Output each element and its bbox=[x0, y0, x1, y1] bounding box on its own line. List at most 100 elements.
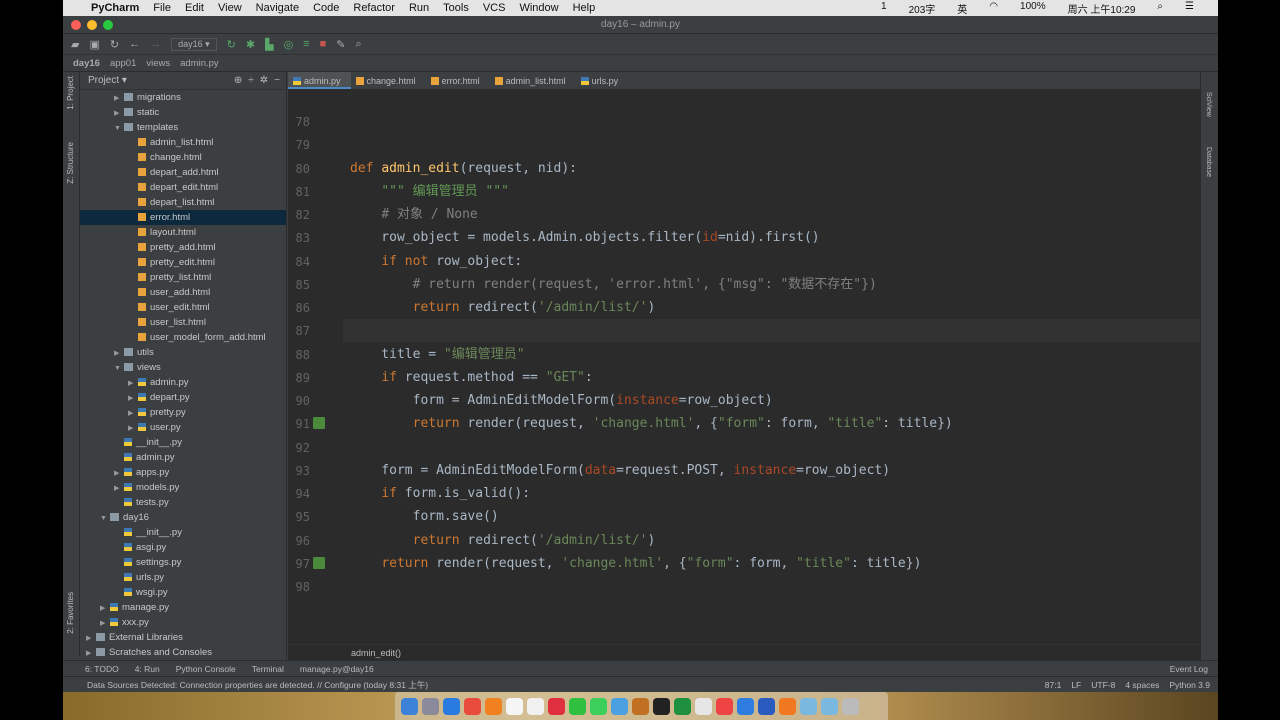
tree-item[interactable]: layout.html bbox=[80, 225, 286, 240]
code-line[interactable]: if not row_object: bbox=[350, 250, 522, 273]
python-console-tool-button[interactable]: Python Console bbox=[176, 664, 236, 674]
gutter-override-icon[interactable] bbox=[313, 417, 325, 430]
search-icon[interactable]: ⌕ bbox=[355, 38, 361, 51]
menu-code[interactable]: Code bbox=[313, 2, 339, 14]
tree-item[interactable]: change.html bbox=[80, 150, 286, 165]
code-line[interactable]: return render(request, 'change.html', {"… bbox=[350, 552, 921, 575]
notification-center-icon[interactable]: ☰ bbox=[1185, 1, 1194, 16]
menu-app[interactable]: PyCharm bbox=[91, 2, 139, 14]
project-view-select[interactable]: Project ▾ bbox=[88, 75, 127, 86]
tree-item[interactable]: ▶ user.py bbox=[80, 420, 286, 435]
menu-file[interactable]: File bbox=[153, 2, 171, 14]
profile-icon[interactable]: ◎ bbox=[284, 38, 294, 51]
structure-tool-button[interactable]: Z: Structure bbox=[66, 142, 75, 184]
tree-item[interactable]: wsgi.py bbox=[80, 585, 286, 600]
indent-setting[interactable]: 4 spaces bbox=[1125, 680, 1159, 690]
tree-item[interactable]: depart_edit.html bbox=[80, 180, 286, 195]
dock-app-icon[interactable] bbox=[590, 697, 607, 715]
expand-arrow-icon[interactable]: ▶ bbox=[128, 376, 138, 391]
code-line[interactable]: if request.method == "GET": bbox=[350, 366, 592, 389]
tree-item[interactable]: admin_list.html bbox=[80, 135, 286, 150]
tab-error-html[interactable]: error.html bbox=[426, 72, 490, 89]
menu-view[interactable]: View bbox=[218, 2, 242, 14]
terminal-tool-button[interactable]: Terminal bbox=[252, 664, 284, 674]
tree-item[interactable]: pretty_edit.html bbox=[80, 255, 286, 270]
breadcrumb-app01[interactable]: app01 bbox=[110, 58, 136, 69]
dock-app-icon[interactable] bbox=[779, 697, 796, 715]
tree-item[interactable]: __init__.py bbox=[80, 435, 286, 450]
expand-arrow-icon[interactable]: ▼ bbox=[100, 511, 110, 526]
expand-arrow-icon[interactable]: ▶ bbox=[128, 391, 138, 406]
back-icon[interactable]: ← bbox=[129, 38, 140, 50]
code-line[interactable]: form = AdminEditModelForm(data=request.P… bbox=[350, 459, 890, 482]
dock-app-icon[interactable] bbox=[443, 697, 460, 715]
event-log-button[interactable]: Event Log bbox=[1170, 664, 1208, 674]
zoom-window-button[interactable] bbox=[103, 20, 113, 30]
caret-position[interactable]: 87:1 bbox=[1045, 680, 1062, 690]
input-method[interactable]: 英 bbox=[957, 1, 967, 16]
file-encoding[interactable]: UTF-8 bbox=[1091, 680, 1115, 690]
sciview-tool-button[interactable]: SciView bbox=[1205, 92, 1212, 117]
clock[interactable]: 周六 上午10:29 bbox=[1068, 1, 1136, 16]
tree-item[interactable]: ▶ admin.py bbox=[80, 375, 286, 390]
dock-app-icon[interactable] bbox=[422, 697, 439, 715]
run-config-select[interactable]: day16 ▾ bbox=[171, 37, 217, 51]
tree-item[interactable]: user_model_form_add.html bbox=[80, 330, 286, 345]
menu-vcs[interactable]: VCS bbox=[483, 2, 506, 14]
tree-item[interactable]: depart_add.html bbox=[80, 165, 286, 180]
tree-item[interactable]: ▶ depart.py bbox=[80, 390, 286, 405]
tree-item[interactable]: admin.py bbox=[80, 450, 286, 465]
wechat-count[interactable]: 1 bbox=[881, 1, 887, 16]
expand-arrow-icon[interactable]: ▶ bbox=[100, 616, 110, 631]
tree-item[interactable]: user_add.html bbox=[80, 285, 286, 300]
tree-item[interactable]: error.html bbox=[80, 210, 286, 225]
dock-app-icon[interactable] bbox=[569, 697, 586, 715]
editor-breadcrumb[interactable]: admin_edit() bbox=[288, 644, 1200, 660]
status-message[interactable]: Data Sources Detected: Connection proper… bbox=[87, 679, 428, 691]
tree-item[interactable]: ▼ day16 bbox=[80, 510, 286, 525]
manage-task-button[interactable]: manage.py@day16 bbox=[300, 664, 374, 674]
expand-arrow-icon[interactable]: ▶ bbox=[100, 601, 110, 616]
favorites-tool-button[interactable]: 2: Favorites bbox=[66, 592, 75, 634]
dock-app-icon[interactable] bbox=[716, 697, 733, 715]
code-line[interactable]: title = "编辑管理员" bbox=[350, 343, 524, 366]
dock-app-icon[interactable] bbox=[527, 697, 544, 715]
code-line[interactable]: form = AdminEditModelForm(instance=row_o… bbox=[350, 389, 773, 412]
collapse-icon[interactable]: ÷ bbox=[248, 75, 254, 86]
tree-item[interactable]: ▶ utils bbox=[80, 345, 286, 360]
tree-item[interactable]: ▶ Scratches and Consoles bbox=[80, 645, 286, 660]
code-line[interactable]: row_object = models.Admin.objects.filter… bbox=[350, 226, 819, 249]
todo-tool-button[interactable]: 6: TODO bbox=[85, 664, 119, 674]
dock-app-icon[interactable] bbox=[674, 697, 691, 715]
tree-item[interactable]: ▼ templates bbox=[80, 120, 286, 135]
expand-arrow-icon[interactable]: ▶ bbox=[114, 481, 124, 496]
hide-icon[interactable]: − bbox=[274, 75, 280, 86]
tree-item[interactable]: tests.py bbox=[80, 495, 286, 510]
tab-admin-py[interactable]: admin.py bbox=[288, 72, 351, 89]
code-line[interactable]: return redirect('/admin/list/') bbox=[350, 296, 656, 319]
project-tool-button[interactable]: 1: Project bbox=[66, 76, 75, 110]
dock-app-icon[interactable] bbox=[842, 697, 859, 715]
code-line[interactable]: form.save() bbox=[350, 505, 499, 528]
expand-arrow-icon[interactable]: ▶ bbox=[114, 466, 124, 481]
debug-icon[interactable]: ✱ bbox=[246, 38, 255, 51]
dock-app-icon[interactable] bbox=[821, 697, 838, 715]
dock-app-icon[interactable] bbox=[506, 697, 523, 715]
open-icon[interactable]: ▰ bbox=[71, 38, 79, 51]
menu-window[interactable]: Window bbox=[519, 2, 558, 14]
tab-change-html[interactable]: change.html bbox=[351, 72, 426, 89]
tree-item[interactable]: ▶ xxx.py bbox=[80, 615, 286, 630]
code-line[interactable]: # return render(request, 'error.html', {… bbox=[350, 273, 877, 296]
minimize-window-button[interactable] bbox=[87, 20, 97, 30]
dock-app-icon[interactable] bbox=[464, 697, 481, 715]
sync-icon[interactable]: ↻ bbox=[110, 38, 119, 51]
database-tool-button[interactable]: Database bbox=[1205, 147, 1212, 177]
dock-app-icon[interactable] bbox=[758, 697, 775, 715]
concurrency-icon[interactable]: ≡ bbox=[303, 38, 309, 50]
dock-app-icon[interactable] bbox=[548, 697, 565, 715]
run-icon[interactable]: ↻ bbox=[227, 38, 236, 51]
expand-arrow-icon[interactable]: ▶ bbox=[128, 421, 138, 436]
tree-item[interactable]: ▶ static bbox=[80, 105, 286, 120]
tree-item[interactable]: ▶ models.py bbox=[80, 480, 286, 495]
dock-app-icon[interactable] bbox=[485, 697, 502, 715]
